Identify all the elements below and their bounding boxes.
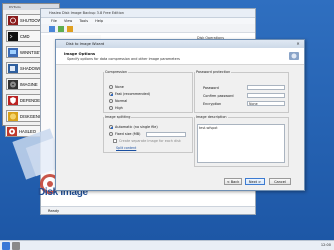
split-content-link[interactable]: Split content	[116, 146, 136, 150]
split-automatic-radio[interactable]: Automatic (no single file)	[109, 125, 158, 129]
status-bar: Ready	[41, 206, 255, 214]
radio-dot	[109, 99, 113, 103]
fixed-size-input[interactable]	[146, 132, 186, 137]
header-title: Image Options	[64, 51, 96, 56]
copies-icon	[8, 64, 18, 73]
terminal-icon	[8, 32, 18, 41]
taskbar: 12:00	[0, 240, 334, 250]
back-button[interactable]: < Back	[224, 178, 242, 185]
shield-icon	[8, 96, 18, 105]
tools-icon[interactable]	[67, 26, 73, 32]
compression-fast-radio[interactable]: Fast (recommended)	[109, 92, 150, 96]
compression-high-radio[interactable]: High	[109, 106, 123, 110]
radio-dot-selected	[109, 125, 113, 129]
next-button[interactable]: Next >	[245, 178, 265, 185]
confirm-password-input[interactable]	[247, 93, 285, 98]
menu-tools[interactable]: Tools	[79, 19, 88, 23]
description-legend: Image description	[196, 115, 227, 119]
encryption-select[interactable]: None	[247, 101, 285, 106]
close-icon[interactable]: ✕	[294, 41, 302, 47]
main-title: Hasleo Disk Image Backup 3.8 Free Editio…	[41, 9, 255, 18]
backup-icon[interactable]	[49, 26, 55, 32]
password-group: Password protection	[194, 70, 289, 113]
checkbox-box	[113, 139, 117, 143]
toolbar	[41, 24, 255, 33]
password-legend: Password protection	[196, 70, 231, 74]
app-icon[interactable]	[12, 242, 20, 250]
wizard-title-bar: Disk to Image Wizard ✕	[56, 40, 304, 48]
radio-dot	[109, 132, 113, 136]
menu-file[interactable]: File	[51, 19, 57, 23]
compression-normal-radio[interactable]: Normal	[109, 99, 127, 103]
password-label: Password	[203, 86, 219, 90]
separate-image-checkbox[interactable]: Create separate image for each disk	[113, 139, 181, 143]
description-input[interactable]: test-wfspot	[197, 124, 285, 163]
power-icon	[8, 16, 18, 25]
confirm-password-label: Confirm password	[203, 94, 234, 98]
radio-dot	[109, 106, 113, 110]
compression-legend: Compression	[105, 70, 128, 74]
wizard-dialog: Disk to Image Wizard ✕ Image Options Spe…	[55, 39, 305, 191]
radio-dot	[109, 85, 113, 89]
clock: 12:00	[320, 243, 331, 247]
disk-icon	[289, 52, 299, 60]
header-subtitle: Specify options for data compression and…	[67, 57, 180, 61]
splitting-legend: Image splitting	[105, 115, 131, 119]
password-input[interactable]	[247, 85, 285, 90]
cancel-button[interactable]: Cancel	[269, 178, 291, 185]
disk-icon	[8, 80, 18, 89]
radio-dot-selected	[109, 92, 113, 96]
disk-icon	[8, 112, 18, 121]
imagine-label: IMAGINE	[20, 82, 38, 87]
encryption-label: Encryption	[203, 102, 222, 106]
split-fixed-radio[interactable]: Fixed size (MB)	[109, 132, 140, 136]
menu-help[interactable]: Help	[95, 19, 103, 23]
menu-view[interactable]: View	[64, 19, 72, 23]
compression-none-radio[interactable]: None	[109, 85, 124, 89]
start-icon[interactable]	[2, 242, 10, 250]
wizard-header: Image Options Specify options for data c…	[56, 48, 304, 65]
setup-icon	[8, 48, 18, 57]
wizard-title: Disk to Image Wizard	[66, 42, 105, 46]
restore-icon[interactable]	[58, 26, 64, 32]
cmd-label: CMD	[20, 34, 30, 39]
